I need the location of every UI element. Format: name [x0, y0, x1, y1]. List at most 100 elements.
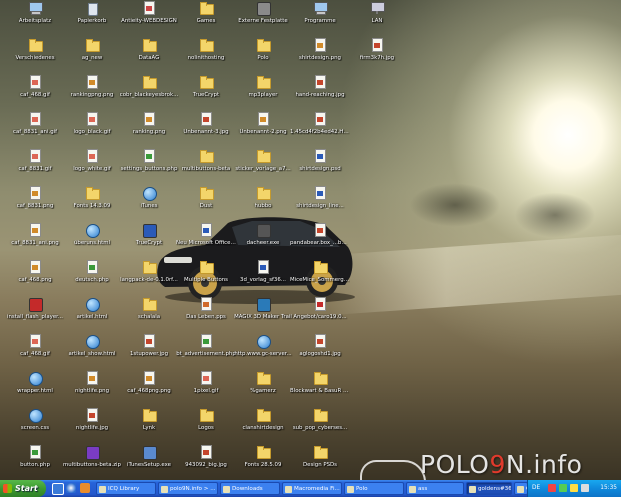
desktop-icon[interactable]: 943092_big.jpg	[176, 445, 236, 480]
desktop-icon[interactable]: nolinithosting	[176, 38, 236, 75]
desktop-icon[interactable]: caf_468.gif	[5, 334, 65, 371]
desktop-icon[interactable]: rankingpng.png	[62, 75, 122, 112]
desktop-icon[interactable]: MAGIX 3D Maker Trail	[233, 297, 293, 334]
desktop-icon[interactable]: Logos	[176, 408, 236, 445]
desktop-icon[interactable]: überuns.html	[62, 223, 122, 260]
desktop-icon[interactable]: caf_8831.png	[5, 186, 65, 223]
desktop-icon[interactable]: Externe Festplatte	[233, 1, 293, 38]
desktop-icon[interactable]: iTunesSetup.exe	[119, 445, 179, 480]
start-button[interactable]: Start	[0, 480, 46, 497]
taskbar-button[interactable]: goldens#3601...	[466, 482, 512, 495]
taskbar-button[interactable]: Games	[514, 482, 528, 495]
taskbar-button[interactable]: Downloads	[220, 482, 280, 495]
desktop-icon[interactable]: sub_pop_cyberses...	[290, 408, 350, 445]
desktop-icon[interactable]: caf_468png.png	[119, 371, 179, 408]
desktop-icon[interactable]: 1.45cd4f2b4ed42.Hu...	[290, 112, 350, 149]
desktop-icon[interactable]: ranking.png	[119, 112, 179, 149]
desktop-icon[interactable]: MiceMice_Sommerge...	[290, 260, 350, 297]
desktop-icon[interactable]: schalala	[119, 297, 179, 334]
desktop-icon[interactable]: settings_buttons.php	[119, 149, 179, 186]
desktop-icon[interactable]: logo_black.gif	[62, 112, 122, 149]
desktop-icon[interactable]: sticker_vorlage_a7...	[233, 149, 293, 186]
desktop-icon[interactable]: Papierkorb	[62, 1, 122, 38]
desktop-icon[interactable]: wrapper.html	[5, 371, 65, 408]
taskbar-button[interactable]: Polo	[344, 482, 404, 495]
taskbar-button[interactable]: Macromedia Fi...	[282, 482, 342, 495]
language-indicator[interactable]: DE	[532, 480, 540, 497]
desktop-icon[interactable]: artikel.html	[62, 297, 122, 334]
desktop-icon[interactable]: shirtdesign.psd	[290, 149, 350, 186]
desktop-icon[interactable]: Design PSDs	[290, 445, 350, 480]
desktop-icon[interactable]: caf_8831.gif	[5, 149, 65, 186]
desktop-icon[interactable]: Antieity-WEBDESIGN	[119, 1, 179, 38]
desktop-icon[interactable]: Neu Microsoft Office Word-Dokument.docx	[176, 223, 236, 260]
show-desktop-icon[interactable]	[52, 483, 64, 495]
clock[interactable]: 15:35	[600, 480, 617, 497]
desktop-icon[interactable]: ag_new	[62, 38, 122, 75]
taskbar-button[interactable]: ass	[406, 482, 464, 495]
desktop-icon[interactable]: caf_8831_ani.png	[5, 223, 65, 260]
desktop-icon[interactable]: mp3player	[233, 75, 293, 112]
desktop-icon[interactable]: artikel_show.html	[62, 334, 122, 371]
desktop-icon[interactable]: screen.css	[5, 408, 65, 445]
desktop-icon[interactable]: install_flash_player...	[5, 297, 65, 334]
desktop-icon[interactable]: deutsch.php	[62, 260, 122, 297]
desktop-icon[interactable]: firm3k7h.jpg	[347, 38, 407, 75]
volume-icon[interactable]	[581, 484, 589, 492]
desktop-icon[interactable]: DataAG	[119, 38, 179, 75]
desktop-icon[interactable]: Angebot/caro19.0...	[290, 297, 350, 334]
desktop-icon[interactable]: Programme	[290, 1, 350, 38]
desktop-icon[interactable]: shirtdesign.png	[290, 38, 350, 75]
desktop-icon[interactable]: logo_white.gif	[62, 149, 122, 186]
desktop-icon[interactable]: shirtdesign_line...	[290, 186, 350, 223]
desktop-icon[interactable]: http.www.gc-server...	[233, 334, 293, 371]
desktop-icon[interactable]: hand-reaching.jpg	[290, 75, 350, 112]
desktop-icon[interactable]: nightlife.png	[62, 371, 122, 408]
desktop-icon[interactable]: TrueCrypt	[176, 75, 236, 112]
browser-quicklaunch-icon[interactable]	[66, 483, 76, 493]
desktop-icon[interactable]: Lynk	[119, 408, 179, 445]
desktop-icon[interactable]: caf_8831_ani.gif	[5, 112, 65, 149]
desktop-icon[interactable]: multibuttons-beta.zip	[62, 445, 122, 480]
desktop-icon[interactable]: Polo	[233, 38, 293, 75]
desktop-icon[interactable]: Blockwart & BasuR - MR der Acit zum Fo..…	[290, 371, 350, 408]
desktop-icon[interactable]: 1pixel.gif	[176, 371, 236, 408]
desktop-icon[interactable]: multibuttons-beta	[176, 149, 236, 186]
desktop-icon[interactable]: Unbenannt-3.jpg	[176, 112, 236, 149]
taskbar-button[interactable]: ICQ Library	[96, 482, 156, 495]
desktop-icon[interactable]: Unbenannt-2.png	[233, 112, 293, 149]
tray-icon-1[interactable]	[548, 484, 556, 492]
desktop-icon[interactable]: hubbo	[233, 186, 293, 223]
desktop-icon[interactable]: langpack-de-0.1.0rf...	[119, 260, 179, 297]
desktop-icon[interactable]: Arbeitsplatz	[5, 1, 65, 38]
desktop-icon[interactable]: Games	[176, 1, 236, 38]
desktop-icon[interactable]: Fonts 14.3.09	[62, 186, 122, 223]
desktop-icon[interactable]: pandabear.box_...bar...	[290, 223, 350, 260]
desktop-icon[interactable]: iTunes	[119, 186, 179, 223]
desktop-icon[interactable]: cobr_blackeyesbrok...	[119, 75, 179, 112]
desktop-icon[interactable]: 3d_vorlag_sf36...	[233, 260, 293, 297]
desktop-icon[interactable]: %gamerz	[233, 371, 293, 408]
desktop-icon[interactable]: Multiple Buttons	[176, 260, 236, 297]
desktop-icon[interactable]: 1stupower.jpg	[119, 334, 179, 371]
desktop-icon[interactable]: caf_468.gif	[5, 75, 65, 112]
desktop-icon[interactable]: Fonts 28.5.09	[233, 445, 293, 480]
desktop-icon[interactable]: TrueCrypt	[119, 223, 179, 260]
tray-icon-3[interactable]	[570, 484, 578, 492]
desktop-icon[interactable]: button.php	[5, 445, 65, 480]
desktop-icon[interactable]: Verschiedenes	[5, 38, 65, 75]
desktop-icon[interactable]: dacheer.exe	[233, 223, 293, 260]
desktop-icon[interactable]: nightlife.jpg	[62, 408, 122, 445]
exe-icon	[256, 223, 271, 238]
desktop-icon[interactable]: LAN	[347, 1, 407, 38]
taskbar-button[interactable]: polo9N.info > ...	[158, 482, 218, 495]
desktop-icon[interactable]: clanshirtdesign	[233, 408, 293, 445]
desktop-icon[interactable]: Das Leben.pps	[176, 297, 236, 334]
tray-icon-2[interactable]	[559, 484, 567, 492]
desktop-icon[interactable]: caf_468.png	[5, 260, 65, 297]
media-quicklaunch-icon[interactable]	[80, 483, 90, 493]
desktop-icon[interactable]: aglogoshd1.jpg	[290, 334, 350, 371]
folder-icon	[85, 38, 100, 52]
desktop-icon[interactable]: bt_advertisement.php	[176, 334, 236, 371]
desktop-icon[interactable]: Dust	[176, 186, 236, 223]
